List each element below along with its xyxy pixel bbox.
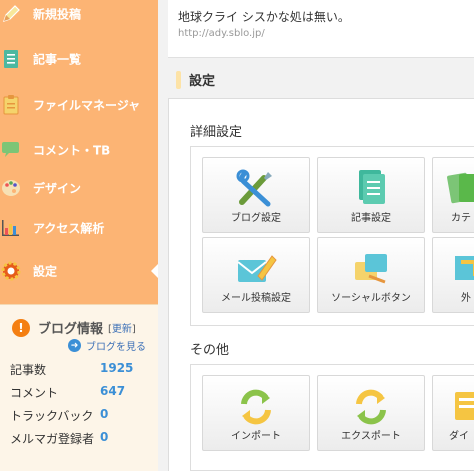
mail-post-settings-button[interactable]: メール投稿設定	[202, 237, 310, 313]
palette-icon	[0, 177, 22, 199]
export-icon	[356, 389, 386, 425]
comment-bubble-icon	[0, 139, 22, 161]
sidebar-item-analytics[interactable]: アクセス解析	[0, 208, 158, 248]
stat-trackbacks-value: 0	[100, 407, 109, 421]
external-settings-button[interactable]: 外	[432, 237, 474, 313]
stat-posts-value: 1925	[100, 361, 134, 375]
mail-pencil-icon	[237, 255, 277, 282]
sidebar-item-comments[interactable]: コメント・TB	[0, 130, 158, 170]
import-icon	[241, 389, 271, 425]
active-indicator	[151, 264, 158, 278]
gear-icon	[0, 260, 22, 282]
stat-subscribers-value: 0	[100, 430, 109, 444]
sidebar-item-label: アクセス解析	[33, 221, 105, 236]
folders-icon	[447, 172, 474, 204]
tools-icon	[236, 169, 272, 207]
blog-url[interactable]: http://ady.sblo.jp/	[178, 28, 265, 39]
view-blog-link[interactable]: ➜ ブログを見る	[68, 338, 146, 353]
stat-trackbacks-label: トラックバック	[10, 409, 94, 423]
refresh-link[interactable]: 更新	[112, 324, 132, 335]
arrow-right-icon: ➜	[68, 339, 81, 352]
tile-label: エクスポート	[341, 431, 401, 442]
pencil-icon	[0, 3, 22, 25]
document-list-icon	[0, 48, 22, 70]
stat-posts-label: 記事数	[10, 363, 47, 377]
stat-comments-value: 647	[100, 384, 126, 398]
sidebar: 新規投稿 記事一覧 ファイルマネージャ コメント・TB デザイン アクセス解析	[0, 0, 158, 471]
calendar-icon	[455, 392, 474, 420]
refresh-link-wrapper: [更新]	[108, 324, 136, 335]
blog-info-panel: ! ブログ情報 [更新] ➜ ブログを見る 記事数 1925 コメント 647 …	[0, 304, 158, 471]
tile-label: ソーシャルボタン	[331, 293, 411, 304]
blog-settings-button[interactable]: ブログ設定	[202, 157, 310, 233]
sidebar-item-new-post[interactable]: 新規投稿	[0, 0, 158, 34]
post-settings-button[interactable]: 記事設定	[317, 157, 425, 233]
page-title: 設定	[176, 70, 215, 89]
bar-chart-icon	[0, 217, 22, 239]
blog-title: 地球クライ シスかな処は無い。	[178, 10, 350, 24]
tile-label: 外	[461, 293, 471, 304]
section-title-advanced: 詳細設定	[190, 125, 243, 140]
tile-label: 記事設定	[351, 213, 391, 224]
tile-label: カテ	[451, 213, 471, 224]
title-marker	[176, 70, 181, 89]
sidebar-item-label: 記事一覧	[33, 52, 82, 67]
other-settings-group: インポート エクスポート ダイ	[190, 364, 474, 471]
sidebar-item-design[interactable]: デザイン	[0, 168, 158, 208]
export-button[interactable]: エクスポート	[317, 375, 425, 451]
blog-header: 地球クライ シスかな処は無い。 http://ady.sblo.jp/	[168, 0, 474, 58]
tile-label: メール投稿設定	[221, 293, 291, 304]
documents-icon	[359, 170, 385, 204]
stat-comments-label: コメント	[10, 386, 59, 400]
sidebar-item-settings[interactable]: 設定	[0, 251, 158, 291]
advanced-settings-group: ブログ設定 記事設定 カテ メール投稿設定 ソーシャルボタン 外	[190, 146, 474, 326]
tile-label: インポート	[231, 431, 281, 442]
category-settings-button[interactable]: カテ	[432, 157, 474, 233]
sidebar-item-post-list[interactable]: 記事一覧	[0, 39, 158, 79]
sidebar-item-file-manager[interactable]: ファイルマネージャ	[0, 85, 158, 125]
sidebar-item-label: 新規投稿	[33, 7, 82, 22]
sidebar-item-label: コメント・TB	[33, 143, 111, 158]
sidebar-item-label: デザイン	[33, 181, 82, 196]
sidebar-item-label: 設定	[33, 264, 58, 279]
page-title-text: 設定	[189, 74, 216, 89]
section-title-other: その他	[190, 343, 230, 358]
blog-info-title: ブログ情報	[38, 322, 104, 337]
diagnostic-button[interactable]: ダイ	[432, 375, 474, 451]
social-button-settings-button[interactable]: ソーシャルボタン	[317, 237, 425, 313]
import-button[interactable]: インポート	[202, 375, 310, 451]
stat-subscribers-label: メルマガ登録者	[10, 432, 95, 446]
view-blog-label: ブログを見る	[86, 342, 146, 353]
exclamation-icon: !	[12, 318, 30, 337]
external-icon	[455, 256, 474, 280]
tile-label: ブログ設定	[231, 213, 281, 224]
sidebar-item-label: ファイルマネージャ	[33, 98, 141, 113]
share-icon	[355, 254, 387, 284]
tile-label: ダイ	[449, 431, 469, 442]
clipboard-icon	[0, 94, 22, 116]
